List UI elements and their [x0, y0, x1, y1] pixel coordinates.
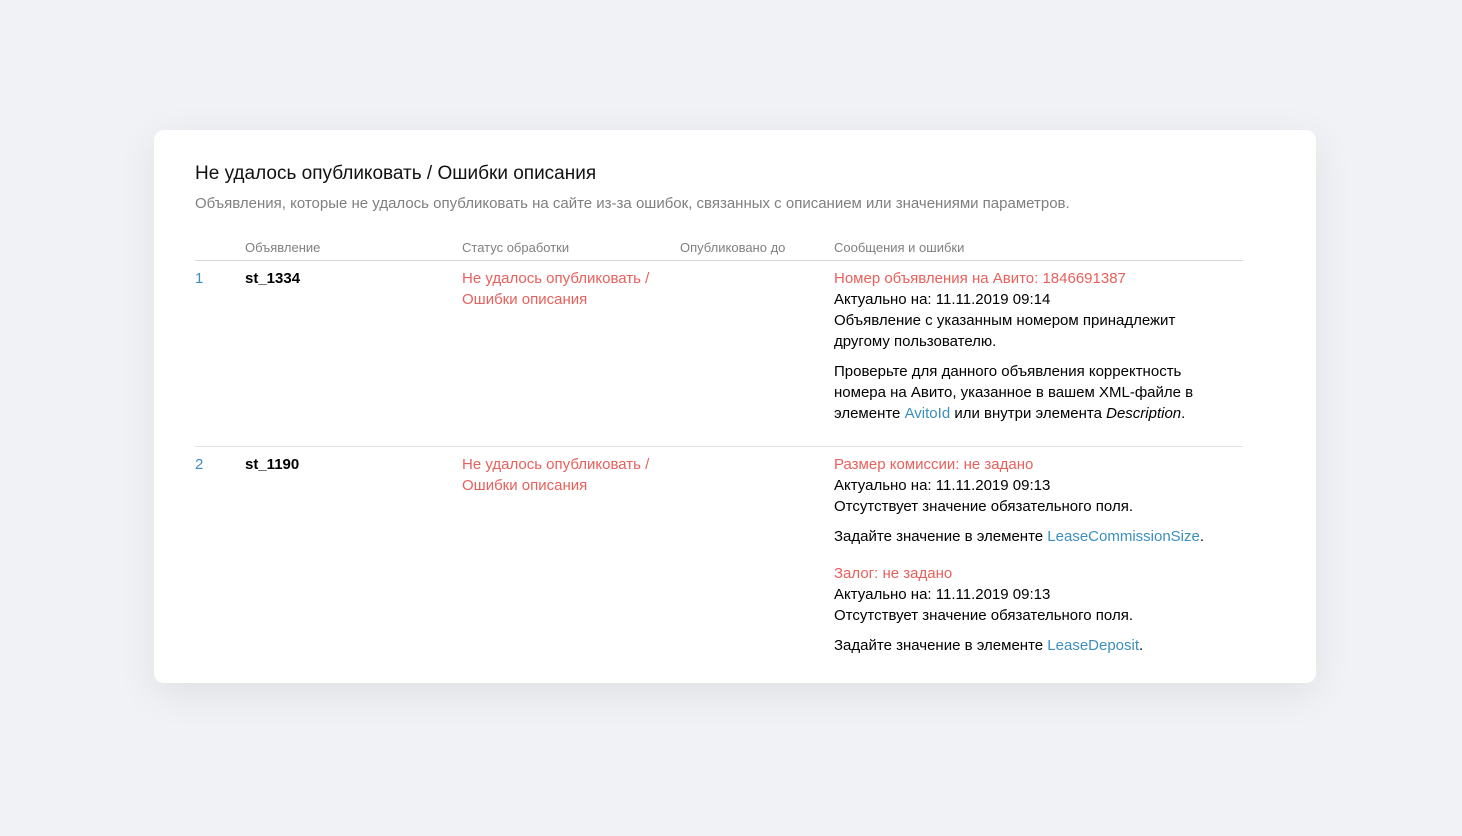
- messages-cell: Размер комиссии: не задано Актуально на:…: [834, 454, 1234, 672]
- hint-text: .: [1181, 405, 1186, 422]
- status-line: Ошибки описания: [462, 477, 588, 494]
- message-date: Актуально на: 11.11.2019 09:13: [834, 477, 1051, 494]
- status-text: Не удалось опубликовать / Ошибки описани…: [462, 454, 672, 496]
- section-subtitle: Объявления, которые не удалось опубликов…: [195, 195, 1070, 212]
- table-header: Объявление Статус обработки Опубликовано…: [195, 240, 1243, 261]
- hint-text: .: [1139, 637, 1144, 654]
- ad-id: st_1190: [245, 456, 300, 473]
- message-block: Размер комиссии: не задано Актуально на:…: [834, 454, 1234, 547]
- message-date: Актуально на: 11.11.2019 09:13: [834, 586, 1051, 603]
- element-link-leasedeposit[interactable]: LeaseDeposit: [1047, 637, 1139, 654]
- header-status: Статус обработки: [462, 240, 570, 255]
- hint-text: Задайте значение в элементе: [834, 528, 1048, 545]
- message-text: Отсутствует значение обязательного поля.: [834, 498, 1133, 515]
- row-number-link[interactable]: 2: [195, 454, 203, 475]
- header-published-until: Опубликовано до: [680, 240, 786, 255]
- message-date: Актуально на: 11.11.2019 09:14: [834, 291, 1051, 308]
- message-title: Размер комиссии: не задано: [834, 456, 1034, 473]
- message-title: Номер объявления на Авито: 1846691387: [834, 270, 1126, 287]
- table-row: 2 st_1190 Не удалось опубликовать / Ошиб…: [195, 454, 1243, 664]
- errors-card: Не удалось опубликовать / Ошибки описани…: [154, 130, 1316, 683]
- status-line: Ошибки описания: [462, 291, 588, 308]
- message-hint: Проверьте для данного объявления коррект…: [834, 361, 1234, 424]
- message-hint: Задайте значение в элементе LeaseCommiss…: [834, 526, 1234, 547]
- header-messages: Сообщения и ошибки: [834, 240, 965, 255]
- hint-text: Задайте значение в элементе: [834, 637, 1048, 654]
- table-row: 1 st_1334 Не удалось опубликовать / Ошиб…: [195, 268, 1243, 447]
- element-name-description: Description: [1106, 405, 1182, 422]
- element-link-avitoid[interactable]: AvitoId: [905, 405, 951, 422]
- section-title: Не удалось опубликовать / Ошибки описани…: [195, 163, 597, 184]
- hint-text: .: [1199, 528, 1205, 545]
- message-text: Объявление с указанным номером принадлеж…: [834, 312, 1176, 350]
- message-hint: Задайте значение в элементе LeaseDeposit…: [834, 635, 1234, 656]
- ad-id: st_1334: [245, 270, 301, 287]
- messages-cell: Номер объявления на Авито: 1846691387 Ак…: [834, 268, 1234, 440]
- message-text: Отсутствует значение обязательного поля.: [834, 607, 1133, 624]
- status-text: Не удалось опубликовать / Ошибки описани…: [462, 268, 672, 310]
- header-ad: Объявление: [245, 240, 321, 255]
- message-block: Залог: не задано Актуально на: 11.11.201…: [834, 563, 1234, 656]
- hint-text: или внутри элемента: [950, 405, 1107, 422]
- message-title: Залог: не задано: [834, 565, 953, 582]
- status-line: Не удалось опубликовать /: [462, 270, 650, 287]
- element-link-leasecommissionsize[interactable]: LeaseCommissionSize: [1047, 528, 1200, 545]
- message-block: Номер объявления на Авито: 1846691387 Ак…: [834, 268, 1234, 424]
- status-line: Не удалось опубликовать /: [462, 456, 650, 473]
- row-number-link[interactable]: 1: [195, 268, 203, 289]
